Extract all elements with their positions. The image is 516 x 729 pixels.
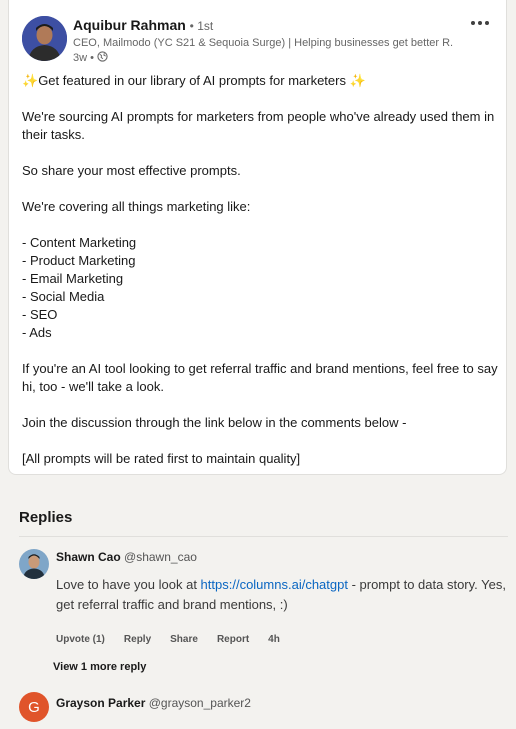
topic-item: - Email Marketing — [22, 271, 124, 286]
reply-handle: @shawn_cao — [124, 550, 197, 564]
topic-item: - Product Marketing — [22, 253, 136, 268]
post-paragraph-ai-tool: If you're an AI tool looking to get refe… — [22, 361, 498, 394]
share-button[interactable]: Share — [170, 634, 198, 645]
upvote-button[interactable]: Upvote (1) — [56, 634, 105, 645]
post-paragraph-share: So share your most effective prompts. — [22, 163, 241, 178]
topic-item: - Content Marketing — [22, 235, 137, 250]
reply-item: Shawn Cao @shawn_cao Love to have you lo… — [19, 549, 508, 649]
topic-item: - Social Media — [22, 289, 105, 304]
post-age: 3w • — [73, 52, 94, 64]
post-meta: 3w • — [73, 51, 108, 65]
topic-item: - SEO — [22, 307, 58, 322]
author-headline: CEO, Mailmodo (YC S21 & Sequoia Surge) |… — [73, 37, 453, 49]
sparkle-icon: ✨ — [349, 73, 366, 88]
reply-link[interactable]: https://columns.ai/chatgpt — [201, 577, 348, 592]
post-card: Aquibur Rahman • 1st CEO, Mailmodo (YC S… — [8, 0, 507, 475]
avatar[interactable] — [19, 549, 49, 579]
more-options-icon[interactable] — [468, 14, 492, 32]
post-paragraph-covering: We're covering all things marketing like… — [22, 199, 251, 214]
reply-author[interactable]: Grayson Parker @grayson_parker2 — [56, 696, 251, 710]
connection-degree: • 1st — [189, 19, 214, 33]
post-paragraph-join: Join the discussion through the link bel… — [22, 415, 407, 430]
author-name[interactable]: Aquibur Rahman • 1st — [73, 17, 213, 33]
reply-author[interactable]: Shawn Cao @shawn_cao — [56, 550, 197, 564]
reply-handle: @grayson_parker2 — [148, 696, 251, 710]
report-button[interactable]: Report — [217, 634, 249, 645]
post-paragraph-rated: [All prompts will be rated first to main… — [22, 451, 301, 466]
reply-text: Love to have you look at https://columns… — [56, 577, 506, 612]
divider — [19, 536, 508, 537]
post-paragraph-sourcing: We're sourcing AI prompts for marketers … — [22, 109, 495, 142]
post-body: ✨Get featured in our library of AI promp… — [22, 72, 502, 468]
view-more-replies-button[interactable]: View 1 more reply — [53, 661, 146, 673]
reply-time: 4h — [268, 634, 280, 645]
author-avatar[interactable] — [22, 16, 67, 61]
reply-item: G Grayson Parker @grayson_parker2 — [19, 692, 508, 729]
post-intro: ✨Get featured in our library of AI promp… — [22, 73, 366, 88]
globe-icon — [97, 51, 108, 65]
topic-item: - Ads — [22, 325, 52, 340]
sparkle-icon: ✨ — [22, 73, 39, 88]
reply-actions: Upvote (1) Reply Share Report 4h — [56, 634, 299, 645]
replies-heading: Replies — [19, 509, 73, 526]
reply-button[interactable]: Reply — [124, 634, 151, 645]
avatar[interactable]: G — [19, 692, 49, 722]
